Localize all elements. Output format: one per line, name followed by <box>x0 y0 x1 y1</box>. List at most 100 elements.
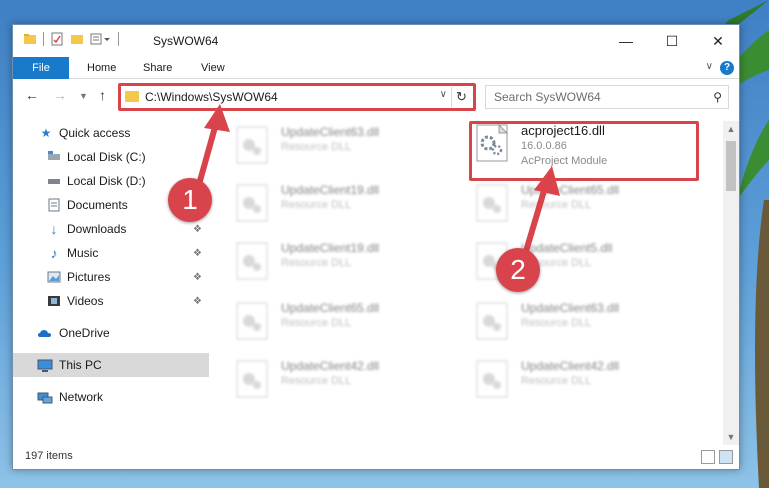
dll-file-icon <box>476 302 508 340</box>
vertical-scrollbar[interactable]: ▲ ▼ <box>723 121 739 445</box>
file-name: UpdateClient19.dll <box>281 241 380 255</box>
search-placeholder: Search SysWOW64 <box>494 90 601 104</box>
dll-file-icon <box>476 360 508 398</box>
details-view-icon[interactable] <box>701 450 715 464</box>
divider <box>118 32 119 46</box>
list-item[interactable]: UpdateClient65.dll Resource DLL <box>475 179 705 231</box>
sidebar-item-label: Quick access <box>59 126 131 140</box>
recent-locations-icon[interactable]: ▼ <box>79 91 88 101</box>
file-type: Resource DLL <box>521 375 592 387</box>
sidebar-item-label: Network <box>59 390 104 404</box>
sidebar-item-label: Local Disk (D:) <box>67 174 146 188</box>
file-name: UpdateClient5.dll <box>521 241 613 255</box>
sidebar-item-label: OneDrive <box>59 326 110 340</box>
file-type: Resource DLL <box>521 317 592 329</box>
drive-icon <box>48 151 60 160</box>
file-highlight <box>469 121 699 181</box>
search-input[interactable]: Search SysWOW64 ⚲ <box>485 85 729 109</box>
new-folder-icon[interactable] <box>70 32 84 46</box>
file-type: Resource DLL <box>521 199 592 211</box>
sidebar-item-pictures[interactable]: Pictures ❖ <box>13 265 209 289</box>
close-icon: ✕ <box>712 32 724 49</box>
tab-file[interactable]: File <box>13 57 69 79</box>
navigation-bar: ← → ▼ ↑ C:\Windows\SysWOW64 ∨ ↻ Search S… <box>13 81 739 113</box>
help-icon[interactable]: ? <box>720 61 734 75</box>
list-item[interactable]: UpdateClient19.dll Resource DLL <box>235 179 465 231</box>
scroll-up-icon[interactable]: ▲ <box>723 121 739 137</box>
document-icon <box>48 198 60 212</box>
search-icon[interactable]: ⚲ <box>713 90 722 104</box>
network-icon <box>37 392 53 404</box>
videos-icon <box>48 296 60 306</box>
maximize-icon: ☐ <box>665 32 679 49</box>
list-item[interactable]: UpdateClient42.dll Resource DLL <box>475 355 705 407</box>
pin-icon[interactable]: ❖ <box>193 224 202 235</box>
tab-view[interactable]: View <box>187 57 239 79</box>
dll-file-icon <box>236 184 268 222</box>
sidebar-item-local-disk-c[interactable]: Local Disk (C:) <box>13 145 209 169</box>
sidebar-item-videos[interactable]: Videos ❖ <box>13 289 209 313</box>
tab-share[interactable]: Share <box>129 57 186 79</box>
sidebar-item-label: Videos <box>67 294 104 308</box>
sidebar-item-music[interactable]: ♪ Music ❖ <box>13 241 209 265</box>
sidebar-item-downloads[interactable]: ↓ Downloads ❖ <box>13 217 209 241</box>
minimize-button[interactable]: — <box>603 25 649 57</box>
file-type: Resource DLL <box>281 257 352 269</box>
sidebar-item-label: This PC <box>59 358 102 372</box>
list-item[interactable]: UpdateClient63.dll Resource DLL <box>475 297 705 349</box>
dll-file-icon <box>236 360 268 398</box>
dll-file-icon <box>476 184 508 222</box>
status-bar: 197 items <box>13 445 739 469</box>
forward-arrow-icon[interactable]: → <box>53 87 67 103</box>
file-name: UpdateClient63.dll <box>281 125 380 139</box>
step-badge-1: 1 <box>168 178 212 222</box>
quick-access-toolbar <box>23 32 119 46</box>
dll-file-icon <box>236 302 268 340</box>
maximize-button[interactable]: ☐ <box>649 25 695 57</box>
address-bar-highlight <box>118 83 476 111</box>
list-item[interactable]: UpdateClient19.dll Resource DLL <box>235 237 465 289</box>
file-name: UpdateClient42.dll <box>281 359 380 373</box>
scroll-down-icon[interactable]: ▼ <box>723 429 739 445</box>
pictures-icon <box>47 271 61 283</box>
up-arrow-icon[interactable]: ↑ <box>99 87 106 103</box>
sidebar-item-onedrive[interactable]: OneDrive <box>13 321 209 345</box>
close-button[interactable]: ✕ <box>695 25 741 57</box>
computer-icon <box>37 359 53 372</box>
file-name: UpdateClient65.dll <box>521 183 620 197</box>
list-item[interactable]: UpdateClient65.dll Resource DLL <box>235 297 465 349</box>
pin-icon[interactable]: ❖ <box>193 272 202 283</box>
pin-icon[interactable]: ❖ <box>193 248 202 259</box>
expand-ribbon-icon[interactable]: ∨ <box>706 61 713 72</box>
file-type: Resource DLL <box>281 141 352 153</box>
sidebar-item-network[interactable]: Network <box>13 385 209 409</box>
file-type: Resource DLL <box>281 317 352 329</box>
sidebar-item-label: Documents <box>67 198 128 212</box>
pin-icon[interactable]: ❖ <box>193 296 202 307</box>
scrollbar-thumb[interactable] <box>726 141 736 191</box>
minimize-icon: — <box>619 33 633 49</box>
file-type: Resource DLL <box>281 199 352 211</box>
tab-home[interactable]: Home <box>73 57 130 79</box>
customize-toolbar-icon[interactable] <box>90 32 112 46</box>
properties-icon[interactable] <box>50 32 64 46</box>
music-icon: ♪ <box>50 245 58 261</box>
sidebar-item-label: Music <box>67 246 99 260</box>
large-icons-view-icon[interactable] <box>719 450 733 464</box>
file-name: UpdateClient19.dll <box>281 183 380 197</box>
window-title: SysWOW64 <box>153 34 219 48</box>
list-item[interactable]: UpdateClient63.dll Resource DLL <box>235 121 465 173</box>
title-bar: SysWOW64 — ☐ ✕ <box>13 25 739 57</box>
sidebar-item-label: Pictures <box>67 270 111 284</box>
drive-icon <box>48 179 60 184</box>
item-count: 197 items <box>25 450 73 462</box>
back-arrow-icon[interactable]: ← <box>25 87 39 103</box>
list-item[interactable]: UpdateClient42.dll Resource DLL <box>235 355 465 407</box>
step-badge-2: 2 <box>496 248 540 292</box>
sidebar-item-this-pc[interactable]: This PC <box>13 353 209 377</box>
divider <box>43 32 44 46</box>
file-name: UpdateClient63.dll <box>521 301 620 315</box>
file-type: Resource DLL <box>281 375 352 387</box>
cloud-icon <box>38 330 51 337</box>
sidebar-item-quick-access[interactable]: ★ Quick access <box>13 121 209 145</box>
